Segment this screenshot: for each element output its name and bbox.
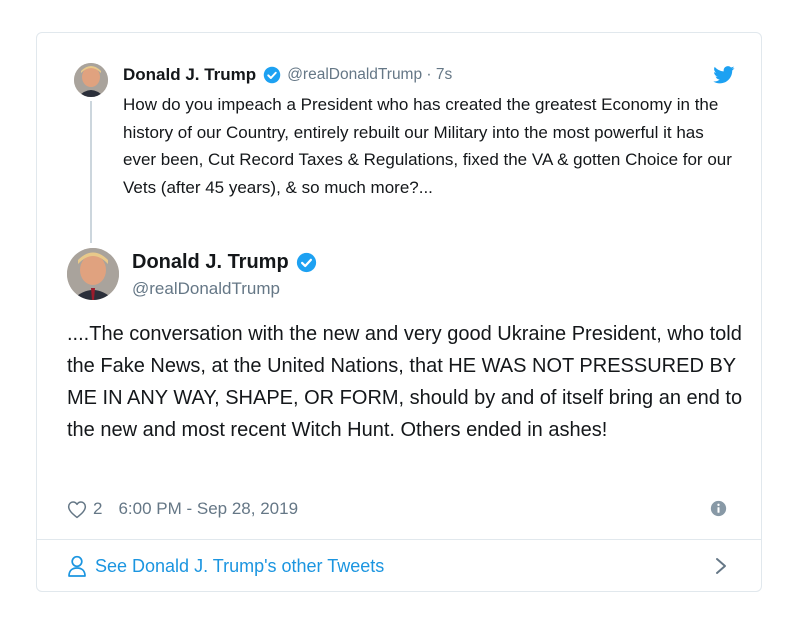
avatar-portrait-icon bbox=[74, 63, 108, 97]
main-author-handle[interactable]: @realDonaldTrump bbox=[132, 279, 280, 299]
verified-badge-icon bbox=[263, 66, 281, 84]
main-avatar[interactable] bbox=[67, 248, 119, 300]
main-tweet-text: ....The conversation with the new and ve… bbox=[67, 323, 743, 441]
parent-tweet-header: Donald J. Trump @realDonaldTrump · 7s bbox=[123, 63, 452, 87]
parent-tweet-text: How do you impeach a President who has c… bbox=[123, 95, 732, 197]
verified-badge-icon bbox=[296, 252, 316, 273]
person-icon bbox=[68, 555, 86, 577]
embedded-tweet-card: Donald J. Trump @realDonaldTrump · 7s Ho… bbox=[36, 32, 762, 592]
tweet-meta-row: 2 6:00 PM - Sep 28, 2019 bbox=[67, 497, 298, 521]
see-other-tweets-label[interactable]: See Donald J. Trump's other Tweets bbox=[95, 556, 384, 577]
chevron-right-icon[interactable] bbox=[715, 557, 727, 575]
parent-handle-time[interactable]: @realDonaldTrump · 7s bbox=[287, 66, 452, 84]
heart-icon[interactable] bbox=[67, 500, 87, 519]
tweet-timestamp[interactable]: 6:00 PM - Sep 28, 2019 bbox=[118, 499, 298, 519]
like-count[interactable]: 2 bbox=[93, 499, 102, 519]
info-icon[interactable] bbox=[710, 500, 727, 517]
see-other-tweets-link[interactable]: See Donald J. Trump's other Tweets bbox=[67, 540, 741, 592]
main-author-row: Donald J. Trump bbox=[132, 251, 317, 274]
parent-author-name[interactable]: Donald J. Trump bbox=[123, 65, 256, 85]
thread-connector-line bbox=[90, 101, 92, 243]
avatar-portrait-icon bbox=[67, 248, 119, 300]
parent-avatar[interactable] bbox=[74, 63, 108, 97]
main-author-name[interactable]: Donald J. Trump bbox=[132, 251, 289, 274]
twitter-bird-icon[interactable] bbox=[713, 66, 735, 84]
